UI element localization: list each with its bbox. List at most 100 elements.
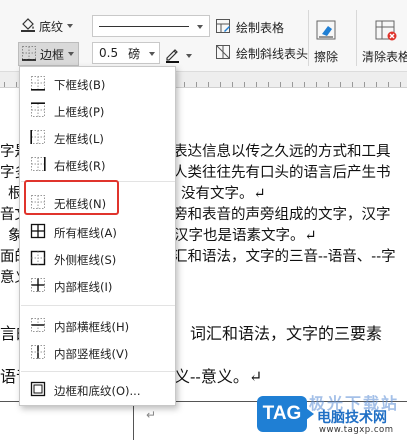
ruler-tick: [352, 82, 353, 87]
border-icon: [21, 45, 37, 64]
table-cell-divider: [133, 402, 134, 440]
ruler-tick: [220, 82, 221, 87]
diagonal-header-icon: [215, 44, 231, 63]
menu-item-top-border[interactable]: 上框线(P): [21, 98, 175, 124]
highlight-frame: [24, 180, 119, 215]
paint-bucket-icon: [20, 17, 36, 36]
outside-borders-icon: [30, 250, 46, 266]
line-style-select[interactable]: [92, 15, 210, 37]
menu-item-label: 所有框线(A): [54, 226, 117, 240]
draw-table-button[interactable]: 绘制表格: [215, 18, 284, 37]
menu-item-label: 内部竖框线(V): [54, 347, 129, 361]
shading-button[interactable]: 底纹: [20, 16, 74, 36]
ruler-tick: [340, 82, 341, 87]
watermark-url: www.tagxp.com: [319, 425, 394, 435]
menu-item-label: 右框线(R): [54, 159, 106, 173]
chevron-down-icon: [197, 25, 203, 29]
ruler-tick: [292, 82, 293, 87]
border-label: 边框: [40, 47, 65, 62]
menu-item-outside-borders[interactable]: 外侧框线(S): [21, 246, 175, 272]
ruler-tick: [280, 82, 281, 87]
watermark: 极光下载站 TAG 电脑技术网 www.tagxp.com: [253, 390, 407, 440]
menu-item-label: 内部框线(I): [54, 280, 113, 294]
watermark-logo: TAG: [257, 396, 314, 432]
menu-item-left-border[interactable]: 左框线(L): [21, 125, 175, 151]
ruler-tick: [16, 82, 17, 87]
border-button[interactable]: 边框: [18, 42, 80, 66]
chevron-down-icon: [186, 53, 192, 58]
menu-item-inside-horizontal-border[interactable]: 内部横框线(H): [21, 313, 175, 339]
inside-horizontal-border-icon: [30, 317, 46, 333]
ribbon-separator: [308, 10, 309, 66]
menu-item-label: 上框线(P): [54, 105, 105, 119]
menu-item-right-border[interactable]: 右框线(R): [21, 152, 175, 178]
all-borders-icon: [30, 223, 46, 239]
chevron-down-icon: [149, 52, 155, 56]
doc-line-right: 汉字也是语素文字。↵: [174, 228, 317, 244]
menu-separator: [21, 305, 175, 306]
ribbon-toolbar: 底纹 边框 0.5 磅 绘制表格 绘制斜线表头 擦除 清除表格: [0, 0, 407, 72]
ruler-tick: [328, 82, 329, 87]
clear-table-button[interactable]: 清除表格: [362, 18, 407, 65]
ruler-tick: [364, 82, 365, 87]
ruler-tick: [316, 82, 317, 87]
menu-item-label: 边框和底纹(O)...: [54, 384, 141, 398]
top-border-icon: [30, 102, 46, 118]
draw-diagonal-header-label: 绘制斜线表头: [236, 47, 309, 61]
ruler-tick: [256, 82, 257, 87]
ruler-tick: [196, 82, 197, 87]
left-border-icon: [30, 129, 46, 145]
draw-table-icon: [215, 18, 231, 37]
menu-item-label: 内部横框线(H): [54, 320, 130, 334]
ruler-tick: [232, 82, 233, 87]
menu-separator: [21, 371, 175, 372]
ruler-tick: [304, 82, 305, 87]
line-style-preview: [99, 26, 189, 27]
pen-color-button[interactable]: [164, 45, 192, 66]
line-width-select[interactable]: 0.5 磅: [92, 42, 160, 64]
eraser-button[interactable]: 擦除: [314, 18, 338, 65]
ruler-tick: [184, 82, 185, 87]
ruler-tick: [388, 82, 389, 87]
bottom-border-icon: [30, 75, 46, 91]
draw-diagonal-header-button[interactable]: 绘制斜线表头: [215, 44, 308, 63]
doc-line-right: 汇和语法，文字的三音--语音、--字: [173, 249, 396, 265]
clear-table-label: 清除表格: [362, 50, 407, 64]
watermark-tag: TAG: [262, 403, 302, 424]
doc-line-right: 旁和表音的声旁组成的文字，汉字: [173, 207, 391, 223]
ruler-tick: [4, 82, 5, 87]
pen-icon: [164, 45, 182, 66]
menu-item-label: 外侧框线(S): [54, 253, 117, 267]
chevron-down-icon: [68, 52, 75, 56]
line-width-value: 0.5: [99, 46, 119, 60]
border-dropdown-menu: 下框线(B) 上框线(P) 左框线(L) 右框线(R) 无框线(N) 所有框线(…: [19, 66, 176, 406]
borders-and-shading-icon: [30, 381, 46, 397]
line-width-unit: 磅: [128, 46, 141, 61]
doc-line-right: 词汇和语法，文字的三要素: [190, 324, 383, 343]
ruler-tick: [268, 82, 269, 87]
menu-item-bottom-border[interactable]: 下框线(B): [21, 71, 175, 97]
ruler-tick: [208, 82, 209, 87]
eraser-label: 擦除: [314, 50, 339, 64]
ribbon-separator: [356, 10, 357, 66]
menu-item-borders-and-shading[interactable]: 边框和底纹(O)...: [21, 377, 175, 403]
watermark-name: 电脑技术网: [317, 410, 387, 426]
chevron-down-icon: [67, 24, 74, 28]
ruler-tick: [376, 82, 377, 87]
paragraph-mark: ↵: [146, 408, 157, 422]
eraser-icon: [314, 18, 338, 45]
menu-item-inside-borders[interactable]: 内部框线(I): [21, 273, 175, 299]
doc-line-right: 人类往往先有口头的语言后产生书: [173, 165, 391, 181]
menu-item-label: 左框线(L): [54, 132, 104, 146]
ruler-tick: [244, 82, 245, 87]
draw-table-label: 绘制表格: [236, 21, 285, 35]
right-border-icon: [30, 156, 46, 172]
ruler-tick: [400, 82, 401, 87]
doc-line-right: 义--意义。↵: [174, 367, 263, 386]
clear-table-icon: [374, 18, 398, 45]
menu-item-inside-vertical-border[interactable]: 内部竖框线(V): [21, 340, 175, 366]
menu-item-all-borders[interactable]: 所有框线(A): [21, 219, 175, 245]
menu-item-label: 下框线(B): [54, 78, 106, 92]
inside-borders-icon: [30, 277, 46, 293]
doc-line-right: 表达信息以传之久远的方式和工具: [173, 144, 391, 160]
